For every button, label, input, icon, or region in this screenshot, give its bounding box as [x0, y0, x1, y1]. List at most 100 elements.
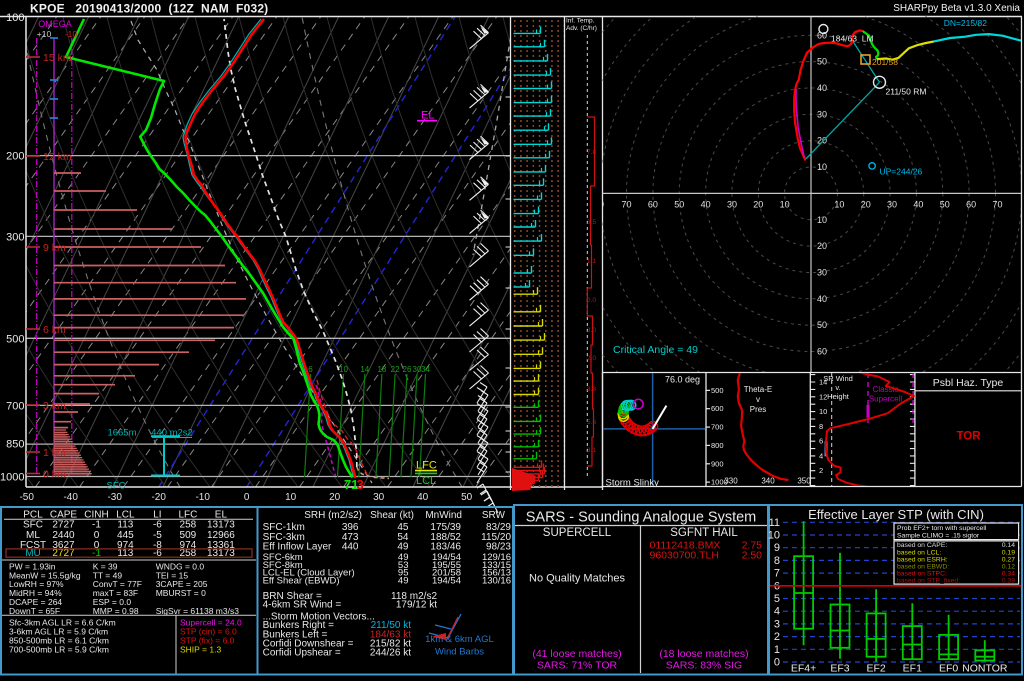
- svg-text:SHARPpy Beta v1.3.0 Xenia: SHARPpy Beta v1.3.0 Xenia: [893, 3, 1020, 14]
- svg-text:1: 1: [774, 644, 780, 656]
- svg-text:3: 3: [774, 618, 780, 630]
- svg-text:11: 11: [769, 517, 780, 529]
- svg-text:EF0: EF0: [939, 663, 958, 675]
- svg-text:500: 500: [6, 333, 24, 345]
- svg-text:340: 340: [761, 477, 775, 486]
- svg-text:3.5: 3.5: [587, 219, 597, 226]
- svg-text:34: 34: [421, 365, 430, 374]
- svg-text:No Quality Matches: No Quality Matches: [529, 573, 625, 585]
- svg-text:Pres: Pres: [750, 405, 766, 414]
- svg-text:7.8: 7.8: [587, 149, 597, 156]
- svg-text:1.1: 1.1: [587, 258, 597, 265]
- svg-text:MBURST = 0: MBURST = 0: [156, 588, 206, 598]
- svg-text:50: 50: [940, 200, 950, 210]
- svg-text:100: 100: [6, 12, 24, 24]
- svg-text:26: 26: [403, 365, 412, 374]
- svg-text:-40: -40: [63, 492, 78, 503]
- svg-text:200: 200: [6, 151, 24, 163]
- svg-text:4: 4: [774, 606, 780, 618]
- svg-text:500: 500: [711, 386, 724, 395]
- svg-text:50: 50: [817, 320, 827, 330]
- svg-text:70: 70: [992, 200, 1002, 210]
- svg-text:15 km: 15 km: [43, 52, 72, 64]
- svg-text:KPOE 20190413/2000 (12Z NA: KPOE 20190413/2000 (12Z NAM F032): [30, 2, 268, 16]
- svg-text:v.: v.: [835, 383, 840, 392]
- svg-text:Prob EF2+ torn with supercell: Prob EF2+ torn with supercell: [897, 525, 987, 532]
- svg-text:49: 49: [397, 541, 409, 552]
- svg-text:SGFNT HAIL: SGFNT HAIL: [670, 527, 738, 539]
- svg-text:1000: 1000: [0, 472, 24, 484]
- svg-text:20: 20: [329, 492, 341, 503]
- svg-text:3: 3: [357, 477, 364, 492]
- svg-text:12: 12: [819, 392, 827, 401]
- svg-text:6: 6: [819, 437, 823, 446]
- svg-text:Eff Inflow Layer: Eff Inflow Layer: [263, 541, 332, 552]
- svg-text:440: 440: [342, 541, 359, 552]
- svg-text:30: 30: [373, 492, 385, 503]
- svg-text:OMEGA: OMEGA: [38, 19, 72, 29]
- svg-text:Sample CLIMO = .15 sigtor: Sample CLIMO = .15 sigtor: [897, 533, 980, 540]
- svg-text:SARS: 71% TOR: SARS: 71% TOR: [537, 660, 618, 672]
- svg-text:SHIP = 1.3: SHIP = 1.3: [180, 645, 221, 655]
- svg-text:7: 7: [774, 568, 780, 580]
- svg-text:0 km: 0 km: [43, 469, 66, 481]
- svg-text:10: 10: [780, 200, 790, 210]
- svg-text:SigSvr = 61138 m3/s3: SigSvr = 61138 m3/s3: [156, 606, 240, 616]
- svg-text:50: 50: [674, 200, 684, 210]
- svg-text:18: 18: [377, 365, 386, 374]
- svg-text:700-500mb LR = 5.9 C/km: 700-500mb LR = 5.9 C/km: [9, 645, 109, 655]
- svg-text:850: 850: [6, 439, 24, 451]
- svg-text:0.14: 0.14: [1002, 542, 1015, 549]
- svg-text:30: 30: [817, 109, 827, 119]
- svg-text:60: 60: [966, 200, 976, 210]
- svg-text:DN=215/82: DN=215/82: [944, 18, 988, 28]
- svg-text:183/46: 183/46: [430, 541, 461, 552]
- svg-text:10: 10: [768, 530, 780, 542]
- svg-text:0.12: 0.12: [1002, 564, 1015, 571]
- svg-text:14: 14: [360, 365, 369, 374]
- svg-text:350: 350: [797, 477, 811, 486]
- svg-text:-30: -30: [107, 492, 122, 503]
- svg-text:4: 4: [819, 451, 823, 460]
- svg-text:76.0 deg: 76.0 deg: [665, 375, 700, 385]
- svg-text:30: 30: [727, 200, 737, 210]
- svg-text:SARS: 83% SIG: SARS: 83% SIG: [666, 660, 742, 672]
- svg-text:10: 10: [285, 492, 297, 503]
- svg-text:3 km: 3 km: [43, 400, 66, 412]
- svg-text:based on ESRH:: based on ESRH:: [897, 556, 948, 563]
- svg-text:70: 70: [621, 200, 631, 210]
- svg-text:60: 60: [817, 30, 827, 40]
- svg-text:SR Wind: SR Wind: [823, 374, 853, 383]
- svg-text:2.50: 2.50: [742, 550, 763, 562]
- svg-text:60: 60: [648, 200, 658, 210]
- svg-text:98/23: 98/23: [486, 541, 511, 552]
- svg-text:60: 60: [817, 347, 827, 357]
- svg-text:based on CAPE:: based on CAPE:: [897, 542, 947, 549]
- svg-text:UP=244/26: UP=244/26: [880, 167, 923, 177]
- svg-text:5.6: 5.6: [587, 419, 597, 426]
- svg-text:Adv. (C/hr): Adv. (C/hr): [566, 25, 597, 32]
- svg-text:DownT = 65F: DownT = 65F: [9, 606, 60, 616]
- svg-text:12 km: 12 km: [43, 151, 72, 163]
- svg-text:8: 8: [774, 555, 780, 567]
- svg-text:900: 900: [711, 459, 724, 468]
- svg-text:49: 49: [398, 576, 409, 587]
- svg-text:MMP = 0.98: MMP = 0.98: [93, 606, 139, 616]
- svg-text:20: 20: [817, 241, 827, 251]
- svg-text:Shear (kt): Shear (kt): [370, 510, 414, 521]
- svg-text:(18 loose matches): (18 loose matches): [659, 648, 748, 660]
- svg-text:EF1: EF1: [903, 663, 922, 675]
- svg-text:0.0: 0.0: [587, 297, 597, 304]
- svg-text:184/63 LM: 184/63 LM: [831, 34, 874, 44]
- svg-text:700: 700: [6, 400, 24, 412]
- svg-text:8: 8: [819, 422, 823, 431]
- svg-text:-50: -50: [19, 492, 34, 503]
- svg-text:+10: +10: [37, 29, 52, 39]
- svg-text:EF2: EF2: [866, 663, 885, 675]
- svg-text:based on STP_fixed:: based on STP_fixed:: [897, 578, 960, 585]
- svg-text:0.27: 0.27: [1002, 556, 1015, 563]
- svg-text:800: 800: [711, 441, 724, 450]
- svg-text:300: 300: [6, 231, 24, 243]
- svg-text:10: 10: [817, 215, 827, 225]
- svg-text:SRW: SRW: [482, 510, 506, 521]
